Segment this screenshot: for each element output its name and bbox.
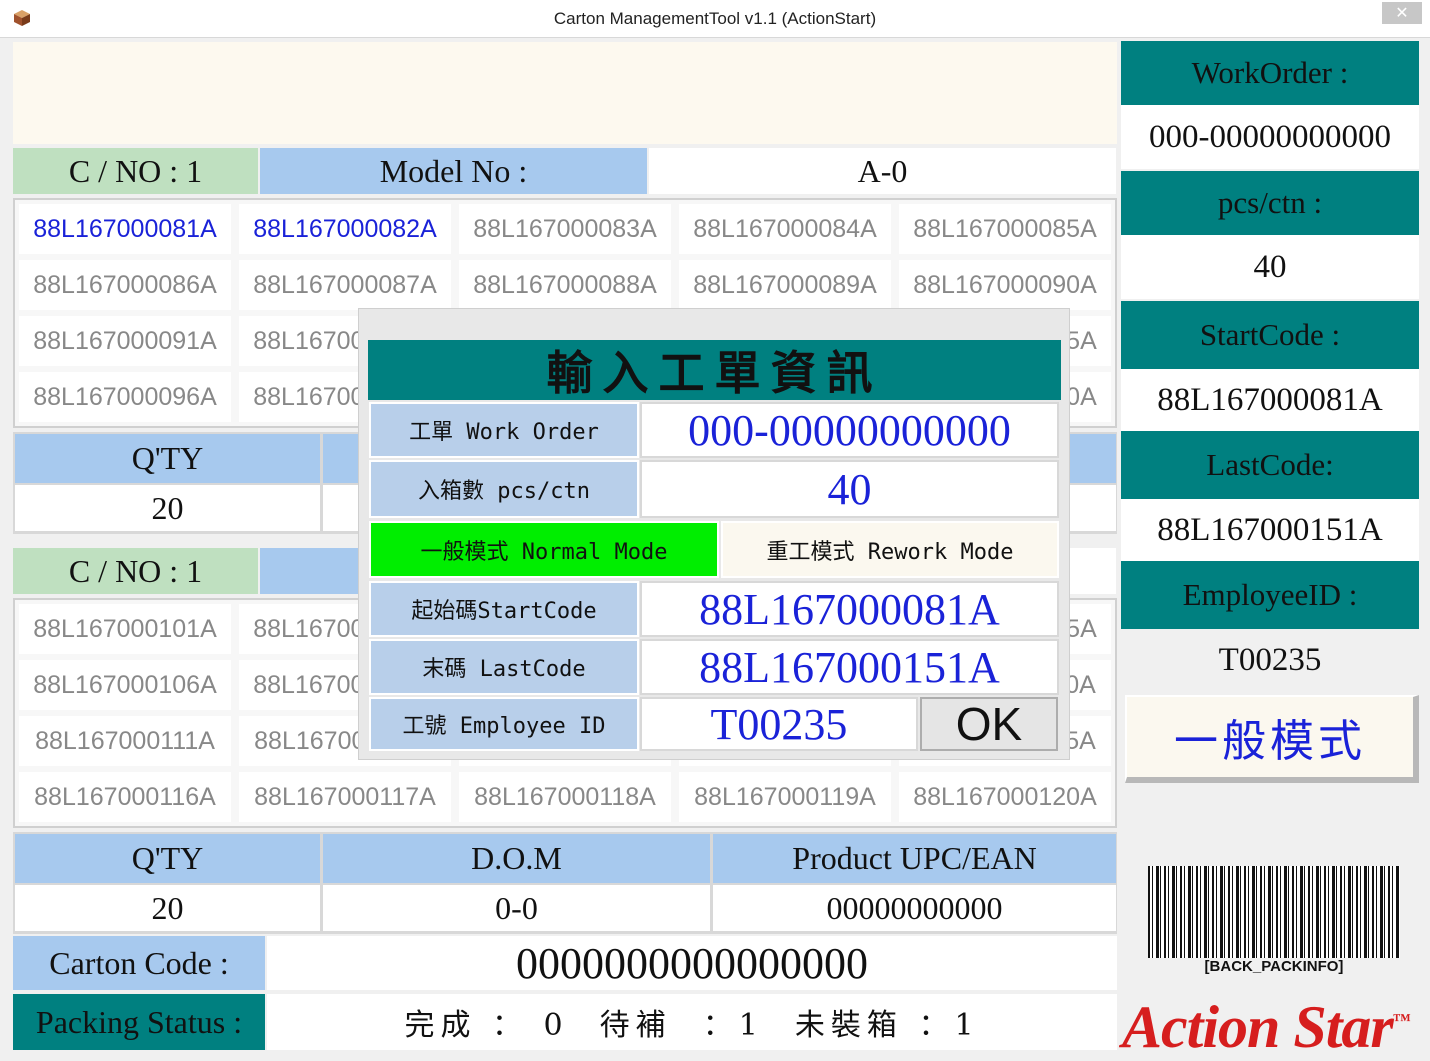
serial-cell: 88L167000101A: [19, 604, 231, 654]
packing-status-text: 完成 ： 0 待補 ：1 未裝箱 ：1: [404, 1008, 980, 1043]
lower-carton-number: C / NO : 1: [13, 548, 258, 594]
workorder-label: WorkOrder :: [1121, 41, 1419, 105]
model-no-value: A-0: [649, 148, 1116, 194]
dialog-startcode-input[interactable]: 88L167000081A: [640, 581, 1059, 637]
rework-mode-button[interactable]: 重工模式 Rework Mode: [721, 521, 1059, 578]
serial-cell: 88L167000082A: [239, 204, 451, 254]
upper-qty-value: 20: [15, 485, 320, 531]
ok-button[interactable]: OK: [920, 697, 1058, 751]
model-no-label: Model No :: [260, 148, 647, 194]
serial-cell: 88L167000118A: [459, 772, 671, 822]
serial-cell: 88L167000081A: [19, 204, 231, 254]
lower-qty-value: 20: [15, 885, 320, 931]
lastcode-value: 88L167000151A: [1121, 499, 1419, 561]
lastcode-label: LastCode:: [1121, 431, 1419, 499]
workorder-value: 000-00000000000: [1121, 105, 1419, 169]
serial-cell: 88L167000089A: [679, 260, 891, 310]
serial-cell: 88L167000117A: [239, 772, 451, 822]
upc-value: 00000000000: [713, 885, 1116, 931]
serial-cell: 88L167000119A: [679, 772, 891, 822]
barcode-graphic: [1148, 866, 1400, 958]
serial-cell: 88L167000096A: [19, 372, 231, 422]
dialog-work-order-label: 工單 Work Order: [369, 402, 639, 458]
serial-cell: 88L167000085A: [899, 204, 1111, 254]
pcs-ctn-label: pcs/ctn :: [1121, 171, 1419, 235]
serial-cell: 88L167000111A: [19, 716, 231, 766]
startcode-label: StartCode :: [1121, 301, 1419, 369]
serial-cell: 88L167000088A: [459, 260, 671, 310]
barcode-caption: [BACK_PACKINFO]: [1204, 958, 1344, 975]
serial-cell: 88L167000083A: [459, 204, 671, 254]
upc-label: Product UPC/EAN: [713, 834, 1116, 883]
serial-cell: 88L167000116A: [19, 772, 231, 822]
dialog-work-order-input[interactable]: 000-00000000000: [640, 402, 1059, 458]
packing-status-value: 完成 ： 0 待補 ：1 未裝箱 ：1: [267, 994, 1117, 1050]
serial-cell: 88L167000084A: [679, 204, 891, 254]
employee-id-label: EmployeeID :: [1121, 561, 1419, 629]
dialog-startcode-label: 起始碼StartCode: [369, 581, 639, 637]
logo-text: Action Star: [1122, 994, 1394, 1060]
serial-cell: 88L167000120A: [899, 772, 1111, 822]
dialog-employee-input[interactable]: T00235: [640, 697, 918, 751]
window-title: Carton ManagementTool v1.1 (ActionStart): [553, 9, 877, 28]
dialog-title: 輸入工單資訊: [368, 340, 1061, 400]
close-button[interactable]: ✕: [1382, 2, 1422, 24]
packing-status-label: Packing Status :: [13, 994, 265, 1050]
serial-cell: 88L167000091A: [19, 316, 231, 366]
dom-label: D.O.M: [323, 834, 710, 883]
serial-cell: 88L167000087A: [239, 260, 451, 310]
carton-code-value: 0000000000000000: [267, 936, 1117, 990]
dialog-employee-label: 工號 Employee ID: [369, 697, 639, 751]
pcs-ctn-value: 40: [1121, 235, 1419, 299]
startcode-value: 88L167000081A: [1121, 369, 1419, 431]
serial-cell: 88L167000090A: [899, 260, 1111, 310]
employee-id-value: T00235: [1121, 629, 1419, 691]
dialog-pcs-input[interactable]: 40: [640, 460, 1059, 518]
logo-trademark: ™: [1392, 1010, 1411, 1030]
dom-value: 0-0: [323, 885, 710, 931]
serial-cell: 88L167000086A: [19, 260, 231, 310]
upper-carton-number: C / NO : 1: [13, 148, 258, 194]
mode-indicator: 一般模式: [1125, 695, 1419, 783]
dialog-lastcode-label: 末碼 LastCode: [369, 639, 639, 695]
carton-code-label: Carton Code :: [13, 936, 265, 990]
serial-cell: 88L167000106A: [19, 660, 231, 710]
action-star-logo: Action Star™: [1122, 990, 1422, 1057]
lower-qty-label: Q'TY: [15, 834, 320, 883]
upper-qty-label: Q'TY: [15, 434, 320, 483]
normal-mode-button[interactable]: 一般模式 Normal Mode: [369, 521, 719, 578]
dialog-lastcode-input[interactable]: 88L167000151A: [640, 639, 1059, 695]
dialog-pcs-label: 入箱數 pcs/ctn: [369, 460, 639, 518]
message-area: [13, 42, 1117, 144]
